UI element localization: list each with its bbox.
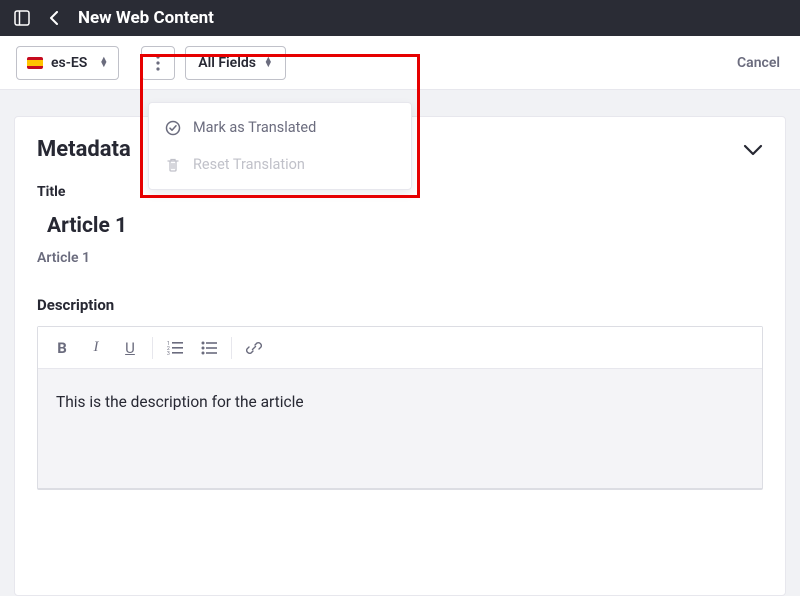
rte-link-button[interactable]: [238, 333, 270, 363]
sort-arrows-icon: ▲▼: [264, 58, 273, 68]
flag-es-icon: [27, 57, 43, 69]
toolbar: es-ES ▲▼ All Fields ▲▼ Cancel: [0, 36, 800, 90]
unordered-list-icon: [201, 341, 217, 355]
collapse-toggle[interactable]: [743, 144, 763, 156]
locale-label: es-ES: [51, 55, 87, 71]
rte-italic-button[interactable]: I: [80, 333, 112, 363]
description-text: This is the description for the article: [56, 393, 744, 411]
separator: [152, 337, 153, 359]
mark-as-translated-item[interactable]: Mark as Translated: [149, 109, 411, 146]
chevron-down-icon: [743, 144, 763, 156]
cancel-button[interactable]: Cancel: [737, 55, 780, 71]
rte-content[interactable]: This is the description for the article: [38, 369, 762, 489]
rte-unordered-list-button[interactable]: [193, 333, 225, 363]
translation-options-menu: Mark as Translated Reset Translation: [148, 102, 412, 190]
reset-translation-item: Reset Translation: [149, 146, 411, 183]
title-value-secondary: Article 1: [37, 250, 763, 266]
back-button[interactable]: [44, 11, 64, 25]
locale-selector[interactable]: es-ES ▲▼: [16, 46, 119, 80]
mark-translated-label: Mark as Translated: [193, 119, 316, 136]
rte-underline-button[interactable]: U: [114, 333, 146, 363]
reset-translation-label: Reset Translation: [193, 156, 305, 173]
rte-bold-button[interactable]: B: [46, 333, 78, 363]
fields-filter-button[interactable]: All Fields ▲▼: [185, 46, 286, 80]
rte-toolbar: B I U 123: [38, 327, 762, 369]
panel-toggle-icon[interactable]: [14, 10, 30, 26]
kebab-icon: [156, 55, 160, 71]
trash-icon: [165, 157, 181, 173]
fields-filter-label: All Fields: [198, 55, 256, 71]
rich-text-editor: B I U 123 This is the description for th…: [37, 326, 763, 490]
panel-heading: Metadata: [37, 137, 131, 162]
rte-ordered-list-button[interactable]: 123: [159, 333, 191, 363]
title-value-primary: Article 1: [47, 214, 763, 238]
description-label: Description: [37, 296, 763, 314]
ordered-list-icon: 123: [167, 341, 183, 355]
translation-options-button[interactable]: [141, 46, 175, 80]
app-header: New Web Content: [0, 0, 800, 36]
check-circle-icon: [165, 120, 181, 136]
svg-text:3: 3: [167, 351, 170, 355]
link-icon: [246, 340, 262, 356]
separator: [231, 337, 232, 359]
sort-arrows-icon: ▲▼: [99, 58, 108, 68]
page-title: New Web Content: [78, 8, 214, 28]
